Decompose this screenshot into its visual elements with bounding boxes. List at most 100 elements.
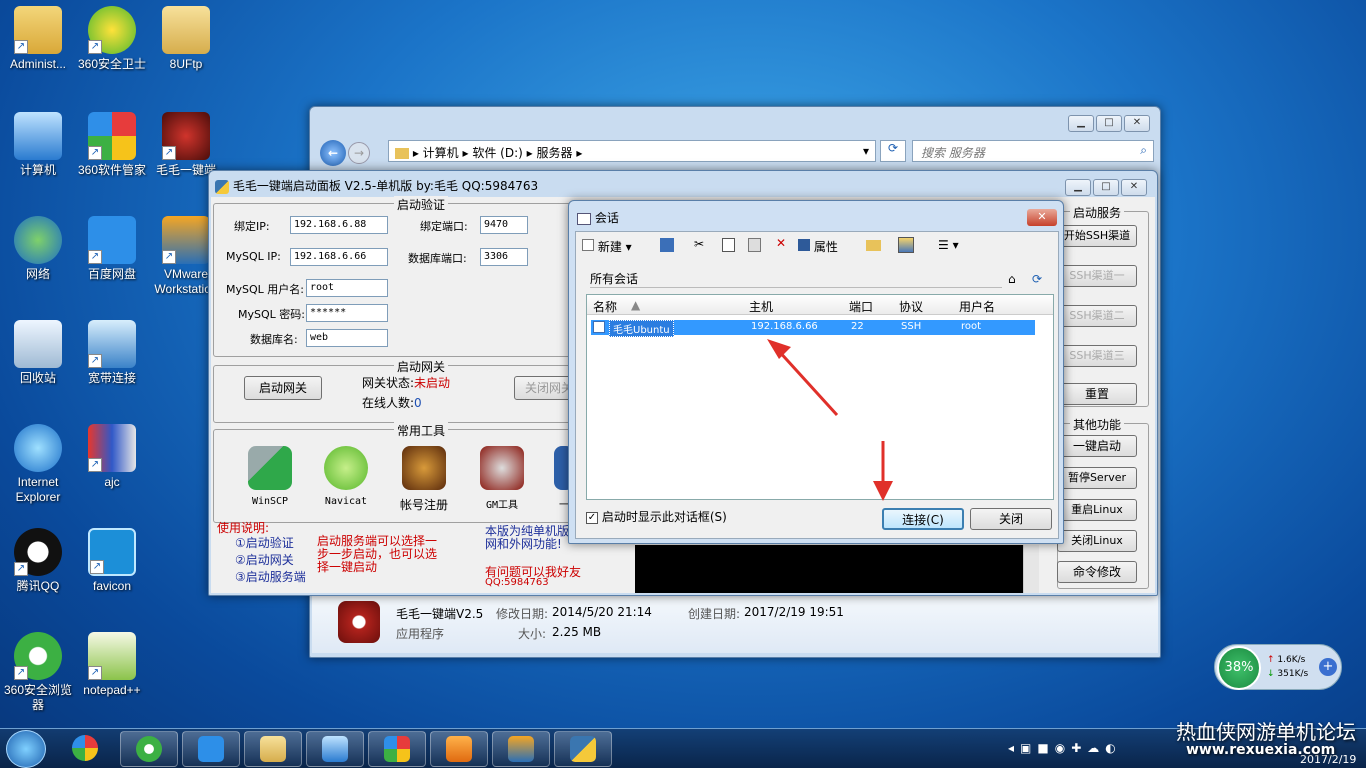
dialog-close-button[interactable]: ✕	[1027, 209, 1057, 226]
pause-server-button[interactable]: 暂停Server	[1057, 467, 1137, 489]
desktop-icon-administrator[interactable]: ↗ Administ...	[0, 6, 76, 72]
network-speed-widget[interactable]: 38% ↑ 1.6K/s ↓ 351K/s +	[1214, 644, 1342, 690]
close-dialog-button[interactable]: 关闭	[970, 508, 1052, 530]
tray-360-icon[interactable]: ◉	[1055, 741, 1071, 755]
reboot-linux-button[interactable]: 重启Linux	[1057, 499, 1137, 521]
new-session-button[interactable]: 新建 ▾	[582, 238, 632, 255]
tray-volume-icon[interactable]: ◐	[1105, 741, 1121, 755]
desktop-icon-baidu[interactable]: ↗ 百度网盘	[74, 216, 150, 282]
breadcrumb-drive[interactable]: 软件 (D:)	[472, 146, 522, 160]
connect-button[interactable]: 连接(C)	[882, 508, 964, 530]
tray-cloud-icon[interactable]: ☁	[1087, 741, 1105, 755]
created-label: 创建日期:	[688, 607, 741, 621]
desktop-icon-360-browser[interactable]: ↗ 360安全浏览器	[0, 632, 76, 713]
back-button[interactable]: ←	[320, 140, 346, 166]
folder-icon[interactable]	[866, 240, 881, 251]
command-edit-button[interactable]: 命令修改	[1057, 561, 1137, 583]
desktop-icon-8uftp[interactable]: 8UFtp	[148, 6, 224, 72]
cut-icon[interactable]: ✂	[694, 237, 704, 251]
minimize-button[interactable]: ▁	[1068, 115, 1094, 132]
folder-icon	[162, 6, 210, 54]
checkbox-checked[interactable]: ✓	[586, 511, 598, 524]
close-button[interactable]: ✕	[1121, 179, 1147, 196]
properties-button[interactable]: 属性	[798, 238, 838, 255]
taskbar-python[interactable]	[554, 731, 612, 767]
reset-button[interactable]: 重置	[1057, 383, 1137, 405]
console-scrollbar[interactable]	[1023, 545, 1039, 593]
account-register-tool[interactable]: 帐号注册	[394, 446, 454, 513]
desktop-icon-ajc[interactable]: ↗ ajc	[74, 424, 150, 490]
navicat-tool[interactable]: Navicat	[316, 446, 376, 507]
startup-checkbox[interactable]: ✓ 启动时显示此对话框(S)	[586, 508, 727, 525]
taskbar-baidu[interactable]	[182, 731, 240, 767]
desktop-icon-favicon[interactable]: ↗ favicon	[74, 528, 150, 594]
ssh-channel-3-button[interactable]: SSH渠道三	[1057, 345, 1137, 367]
desktop-icon-network[interactable]: 网络	[0, 216, 76, 282]
mysql-pass-field[interactable]: ******	[306, 304, 388, 322]
bind-port-field[interactable]: 9470	[480, 216, 528, 234]
taskbar-360-manager[interactable]	[368, 731, 426, 767]
transfer-icon[interactable]	[660, 238, 674, 252]
address-bar[interactable]: ▸ 计算机 ▸ 软件 (D:) ▸ 服务器 ▸ ▾	[388, 140, 876, 162]
ie-icon	[14, 424, 62, 472]
desktop-icon-recycle[interactable]: 回收站	[0, 320, 76, 386]
mysql-ip-field[interactable]: 192.168.6.66	[290, 248, 388, 266]
taskbar-360-browser[interactable]	[120, 731, 178, 767]
desktop-icon-ie[interactable]: Internet Explorer	[0, 424, 76, 505]
desktop-icon-360-software[interactable]: ↗ 360软件管家	[74, 112, 150, 178]
tray-app-icon[interactable]: ■	[1037, 741, 1054, 755]
bind-port-label: 绑定端口:	[420, 220, 468, 233]
desktop-icon-maomao[interactable]: ↗ 毛毛一键端	[148, 112, 224, 178]
winscp-tool[interactable]: WinSCP	[240, 446, 300, 507]
one-key-start-button[interactable]: 一键启动	[1057, 435, 1137, 457]
breadcrumb-computer[interactable]: 计算机	[423, 146, 459, 160]
copy-icon[interactable]	[722, 238, 735, 252]
desktop-icon-qq[interactable]: ↗ 腾讯QQ	[0, 528, 76, 594]
view-icon[interactable]: ☰ ▾	[938, 238, 959, 252]
annotation-arrows	[767, 339, 893, 501]
forward-button[interactable]: →	[348, 142, 370, 164]
accelerate-icon[interactable]: +	[1319, 658, 1337, 676]
paste-icon[interactable]	[748, 238, 761, 252]
ssh-channel-1-button[interactable]: SSH渠道一	[1057, 265, 1137, 287]
taskbar-explorer[interactable]	[244, 731, 302, 767]
tools-group-title: 常用工具	[394, 422, 449, 439]
chevron-down-icon[interactable]: ▾	[863, 144, 869, 158]
maximize-button[interactable]: □	[1093, 179, 1119, 196]
breadcrumb-folder[interactable]: 服务器	[537, 146, 573, 160]
mysql-user-field[interactable]: root	[306, 279, 388, 297]
refresh-icon[interactable]: ⟳	[1032, 272, 1042, 286]
gm-tool[interactable]: GM工具	[472, 446, 532, 511]
taskbar-360-software[interactable]	[56, 731, 114, 767]
db-port-field[interactable]: 3306	[480, 248, 528, 266]
taskbar-media[interactable]	[430, 731, 488, 767]
sword-icon	[480, 446, 524, 490]
close-button[interactable]: ✕	[1124, 115, 1150, 132]
start-gateway-button[interactable]: 启动网关	[244, 376, 322, 400]
delete-icon[interactable]: ✕	[776, 236, 786, 250]
download-speed: 351K/s	[1277, 669, 1309, 679]
taskbar-remote[interactable]	[306, 731, 364, 767]
taskbar-vmware[interactable]	[492, 731, 550, 767]
desktop-icon-computer[interactable]: 计算机	[0, 112, 76, 178]
shutdown-linux-button[interactable]: 关闭Linux	[1057, 530, 1137, 552]
start-button[interactable]	[6, 730, 46, 768]
usage-title: 使用说明:	[217, 521, 270, 535]
desktop-icon-notepadpp[interactable]: ↗ notepad++	[74, 632, 150, 698]
tray-arrow-icon[interactable]: ◂	[1008, 741, 1020, 755]
tray-network-icon[interactable]: ▣	[1020, 741, 1037, 755]
refresh-button[interactable]: ⟳	[880, 140, 906, 162]
db-name-field[interactable]: web	[306, 329, 388, 347]
desktop-icon-broadband[interactable]: ↗ 宽带连接	[74, 320, 150, 386]
minimize-button[interactable]: ▁	[1065, 179, 1091, 196]
maximize-button[interactable]: □	[1096, 115, 1122, 132]
mysql-ip-label: MySQL IP:	[226, 250, 281, 263]
bind-ip-field[interactable]: 192.168.6.88	[290, 216, 388, 234]
start-ssh-button[interactable]: 开始SSH渠道	[1057, 225, 1137, 247]
desktop-icon-360-safe[interactable]: ↗ 360安全卫士	[74, 6, 150, 72]
settings-icon[interactable]	[898, 237, 914, 253]
home-icon[interactable]: ⌂	[1008, 272, 1016, 286]
search-input[interactable]: 搜索 服务器 ⌕	[912, 140, 1154, 162]
tray-safe-icon[interactable]: ✚	[1071, 741, 1087, 755]
ssh-channel-2-button[interactable]: SSH渠道二	[1057, 305, 1137, 327]
